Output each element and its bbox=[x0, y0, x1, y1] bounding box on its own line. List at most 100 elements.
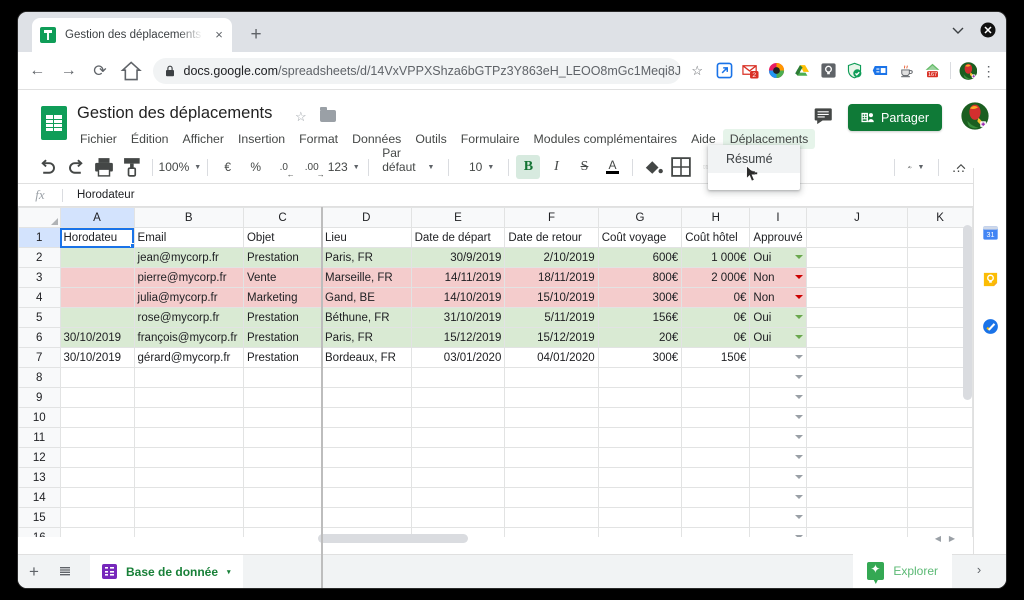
frozen-column-divider[interactable] bbox=[321, 207, 323, 588]
cell-C10[interactable] bbox=[242, 407, 323, 428]
italic-button[interactable]: I bbox=[544, 155, 568, 179]
cell-E15[interactable] bbox=[410, 507, 506, 528]
cell-header-C[interactable]: Objet bbox=[242, 227, 323, 248]
data-validation-dropdown-icon[interactable] bbox=[794, 315, 803, 319]
vertical-scrollbar[interactable] bbox=[962, 225, 973, 588]
cell-E11[interactable] bbox=[410, 427, 506, 448]
cell-D8[interactable] bbox=[321, 367, 412, 388]
cell-J14[interactable] bbox=[805, 487, 909, 508]
undo-icon[interactable] bbox=[36, 155, 60, 179]
row-header-9[interactable]: 9 bbox=[18, 387, 61, 408]
cell-F5[interactable]: 5/11/2019 bbox=[504, 307, 599, 328]
cell-J5[interactable] bbox=[805, 307, 909, 328]
cell-D10[interactable] bbox=[321, 407, 412, 428]
cell-G6[interactable]: 20€ bbox=[597, 327, 683, 348]
cell-B15[interactable] bbox=[133, 507, 244, 528]
cell-J4[interactable] bbox=[805, 287, 909, 308]
vertical-scroll-thumb[interactable] bbox=[963, 225, 972, 400]
font-selector[interactable]: Par défaut … ▼ bbox=[376, 146, 440, 188]
share-button[interactable]: Partager bbox=[848, 104, 942, 131]
formula-input[interactable]: Horodateur bbox=[63, 189, 973, 201]
cell-D15[interactable] bbox=[321, 507, 412, 528]
cell-header-D[interactable]: Lieu bbox=[321, 227, 412, 248]
cell-B14[interactable] bbox=[133, 487, 244, 508]
row-header-6[interactable]: 6 bbox=[18, 327, 61, 348]
data-validation-dropdown-icon[interactable] bbox=[794, 475, 803, 479]
col-header-I[interactable]: I bbox=[749, 207, 807, 228]
row-header-14[interactable]: 14 bbox=[18, 487, 61, 508]
cell-H13[interactable] bbox=[681, 467, 751, 488]
cell-E10[interactable] bbox=[410, 407, 506, 428]
cell-B3[interactable]: pierre@mycorp.fr bbox=[133, 267, 244, 288]
cell-G13[interactable] bbox=[597, 467, 683, 488]
cell-I11[interactable] bbox=[749, 427, 807, 448]
explore-button[interactable]: Explorer bbox=[853, 554, 952, 588]
cell-F9[interactable] bbox=[504, 387, 599, 408]
cell-F3[interactable]: 18/11/2019 bbox=[504, 267, 599, 288]
cell-C11[interactable] bbox=[242, 427, 323, 448]
col-header-G[interactable]: G bbox=[597, 207, 683, 228]
reload-button[interactable]: ⟳ bbox=[88, 58, 112, 84]
cell-A3[interactable] bbox=[59, 267, 135, 288]
close-tab-icon[interactable]: × bbox=[212, 28, 226, 42]
cell-C6[interactable]: Prestation bbox=[242, 327, 323, 348]
cell-J2[interactable] bbox=[805, 247, 909, 268]
row-header-15[interactable]: 15 bbox=[18, 507, 61, 528]
font-size-selector[interactable]: 10 ▼ bbox=[457, 155, 500, 179]
cell-G12[interactable] bbox=[597, 447, 683, 468]
cell-J15[interactable] bbox=[805, 507, 909, 528]
chrome-menu-button[interactable]: ⋮ bbox=[979, 64, 998, 78]
cell-B12[interactable] bbox=[133, 447, 244, 468]
cell-G9[interactable] bbox=[597, 387, 683, 408]
row-header-5[interactable]: 5 bbox=[18, 307, 61, 328]
scroll-right-icon[interactable]: ▶ bbox=[945, 533, 959, 544]
cell-A8[interactable] bbox=[59, 367, 135, 388]
cell-G7[interactable]: 300€ bbox=[597, 347, 683, 368]
col-header-J[interactable]: J bbox=[805, 207, 909, 228]
cell-H14[interactable] bbox=[681, 487, 751, 508]
chevron-down-icon[interactable]: ▾ bbox=[227, 568, 231, 576]
row-header-2[interactable]: 2 bbox=[18, 247, 61, 268]
menu-afficher[interactable]: Afficher bbox=[176, 129, 231, 149]
share-link-icon[interactable] bbox=[716, 62, 733, 79]
cell-E4[interactable]: 14/10/2019 bbox=[410, 287, 506, 308]
fill-color-icon[interactable] bbox=[641, 155, 665, 179]
data-validation-dropdown-icon[interactable] bbox=[794, 415, 803, 419]
cell-F10[interactable] bbox=[504, 407, 599, 428]
horizontal-scroll-thumb[interactable] bbox=[318, 534, 468, 543]
data-validation-dropdown-icon[interactable] bbox=[794, 395, 803, 399]
data-validation-dropdown-icon[interactable] bbox=[794, 515, 803, 519]
document-title[interactable]: Gestion des déplacements bbox=[77, 104, 272, 123]
cell-C9[interactable] bbox=[242, 387, 323, 408]
cell-E6[interactable]: 15/12/2019 bbox=[410, 327, 506, 348]
cell-C12[interactable] bbox=[242, 447, 323, 468]
cell-H7[interactable]: 150€ bbox=[681, 347, 751, 368]
cell-H10[interactable] bbox=[681, 407, 751, 428]
cell-J3[interactable] bbox=[805, 267, 909, 288]
cell-G14[interactable] bbox=[597, 487, 683, 508]
cell-A12[interactable] bbox=[59, 447, 135, 468]
cell-H3[interactable]: 2 000€ bbox=[681, 267, 751, 288]
menu-format[interactable]: Format bbox=[292, 129, 345, 149]
cell-J10[interactable] bbox=[805, 407, 909, 428]
increase-decimal-button[interactable]: .00 → bbox=[300, 155, 325, 180]
cell-H15[interactable] bbox=[681, 507, 751, 528]
col-header-B[interactable]: B bbox=[133, 207, 244, 228]
profile-avatar[interactable] bbox=[959, 61, 978, 81]
cell-J11[interactable] bbox=[805, 427, 909, 448]
col-header-A[interactable]: A bbox=[59, 207, 135, 228]
row-header-12[interactable]: 12 bbox=[18, 447, 61, 468]
cell-C14[interactable] bbox=[242, 487, 323, 508]
keep-note-icon[interactable] bbox=[820, 62, 837, 79]
cell-B8[interactable] bbox=[133, 367, 244, 388]
cell-H4[interactable]: 0€ bbox=[681, 287, 751, 308]
cell-A2[interactable] bbox=[59, 247, 135, 268]
cell-H2[interactable]: 1 000€ bbox=[681, 247, 751, 268]
horizontal-scrollbar[interactable] bbox=[28, 533, 963, 544]
cell-A5[interactable] bbox=[59, 307, 135, 328]
cell-E5[interactable]: 31/10/2019 bbox=[410, 307, 506, 328]
cell-E3[interactable]: 14/11/2019 bbox=[410, 267, 506, 288]
cell-B6[interactable]: françois@mycorp.fr bbox=[133, 327, 244, 348]
more-formatting-button[interactable]: ▼ bbox=[901, 155, 930, 179]
cell-E9[interactable] bbox=[410, 387, 506, 408]
